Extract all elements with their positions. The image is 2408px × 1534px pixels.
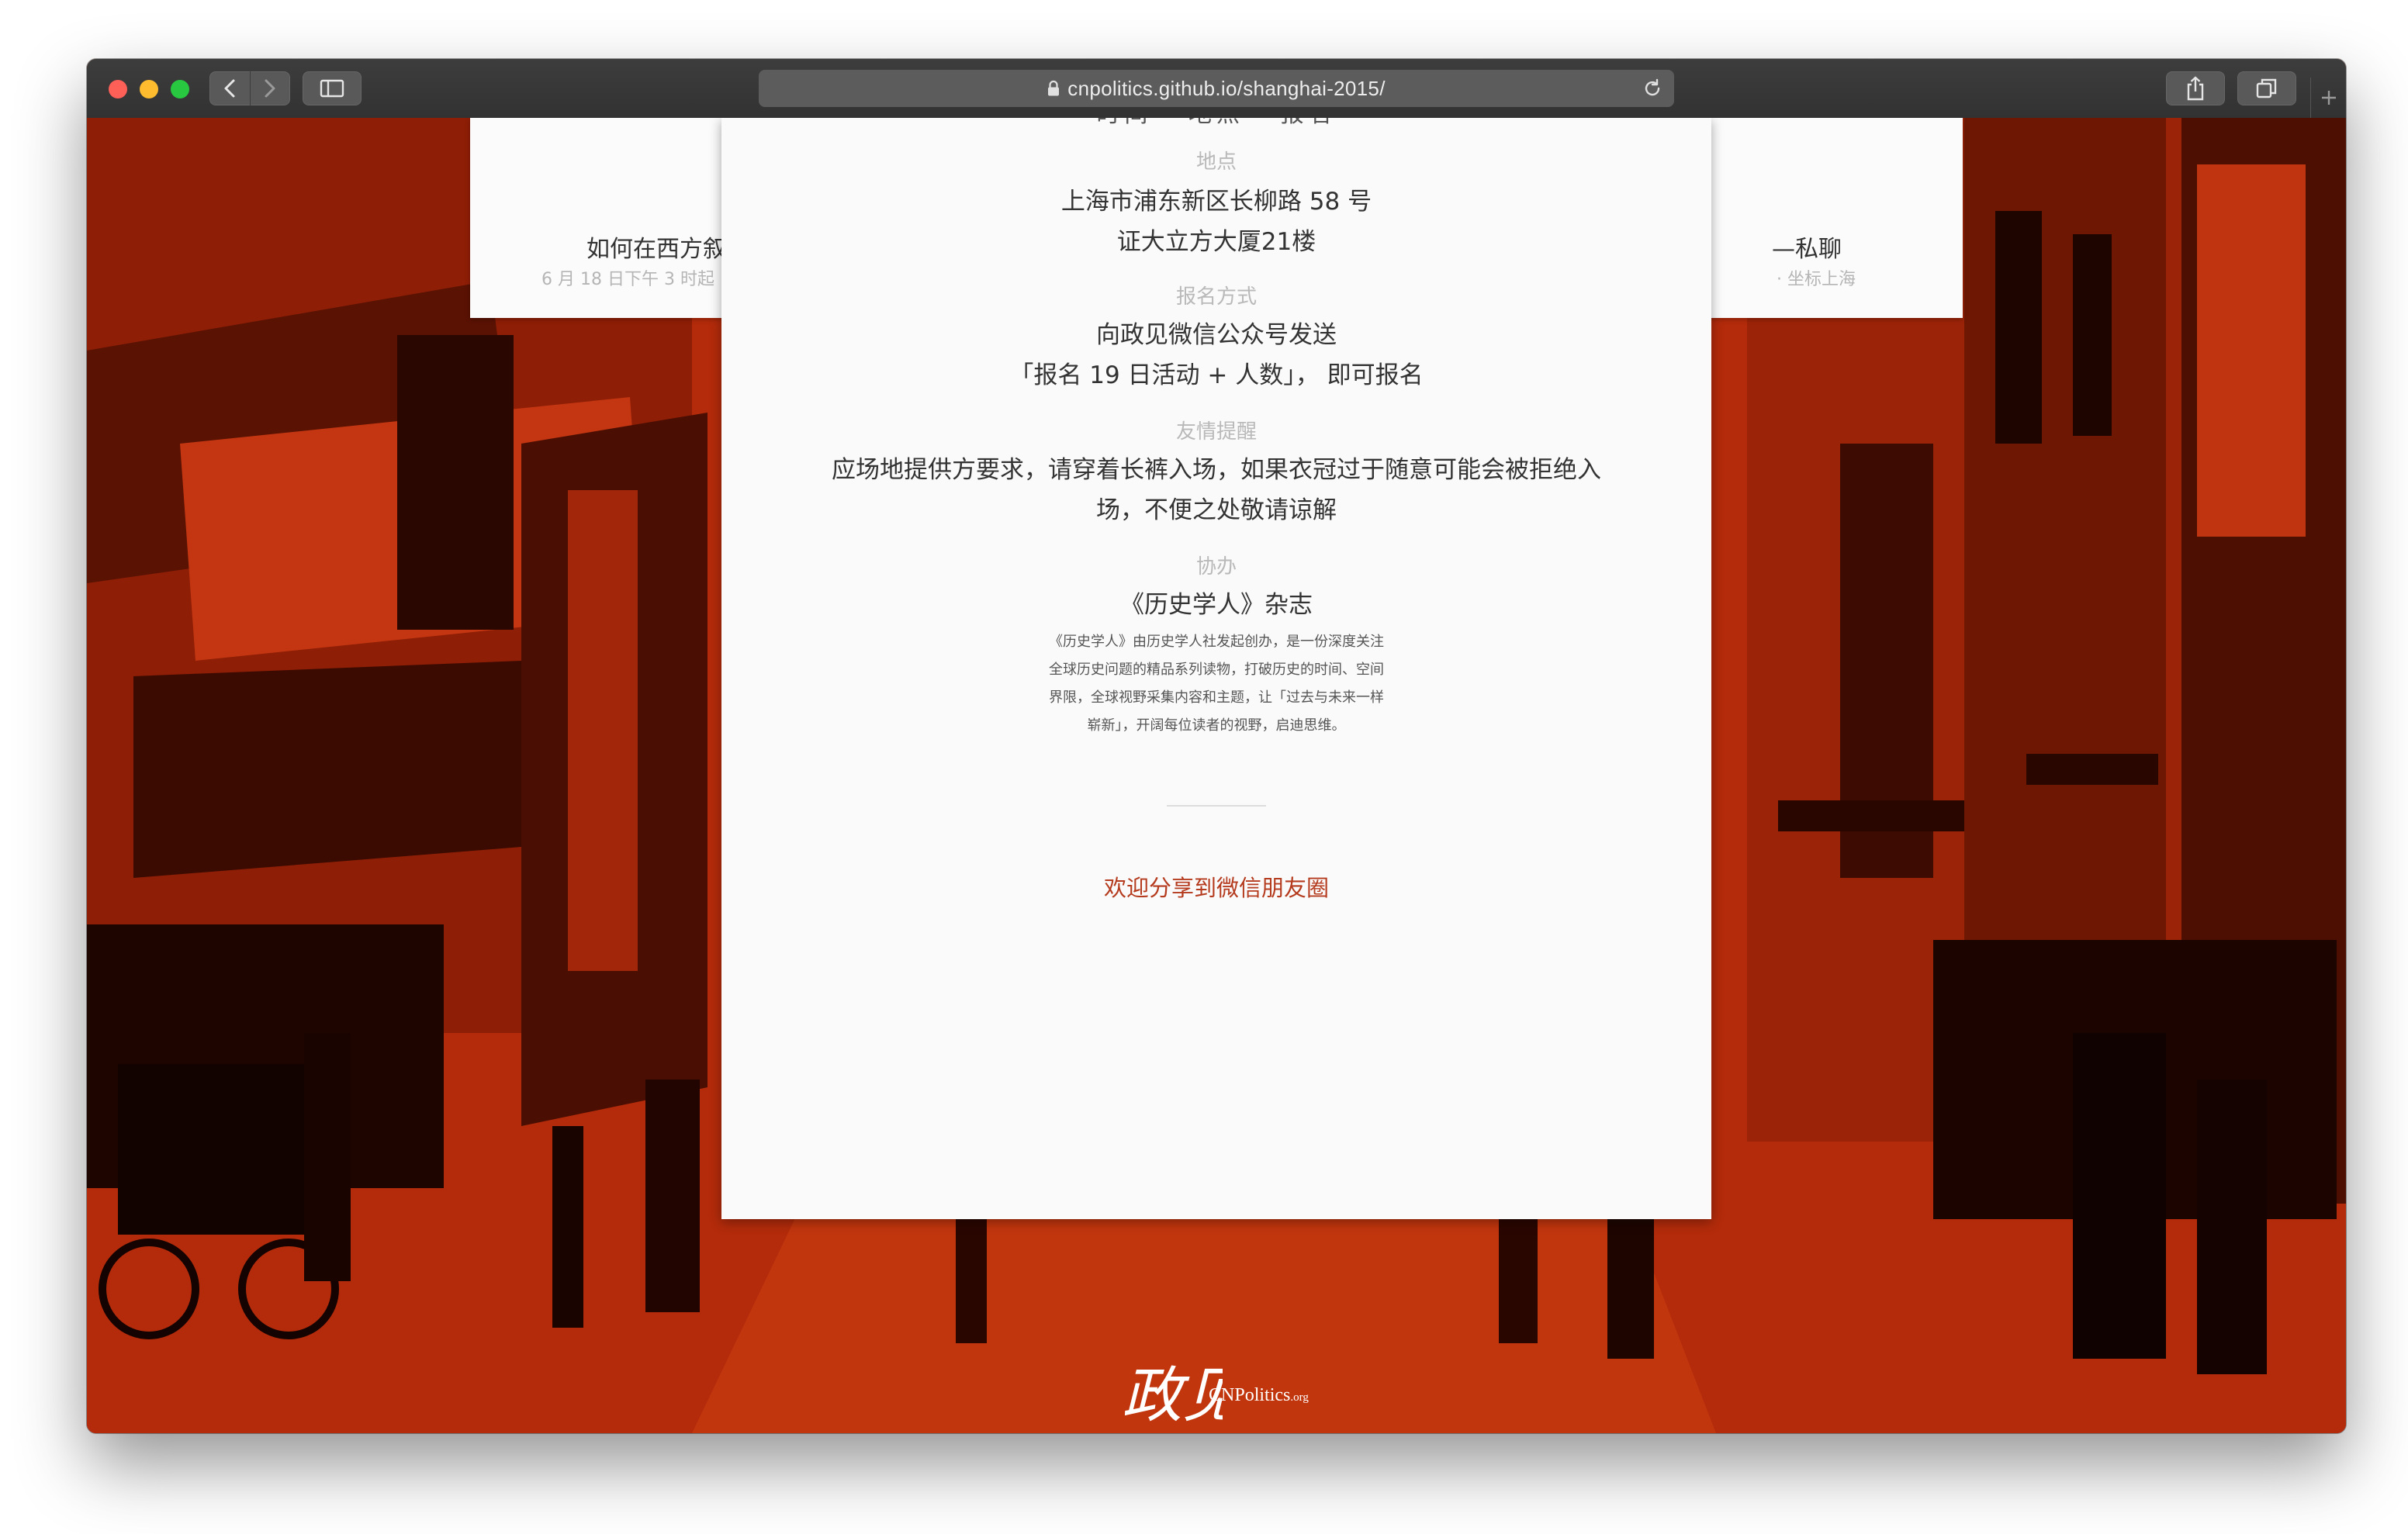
page-viewport: 如何在西方叙述中国 6 月 18 日下午 3 时起 —私聊 · 坐标上海 时间 … [87, 118, 2346, 1433]
cnpolitics-logo[interactable]: 政见 CNPolitics.org [1122, 1339, 1354, 1433]
fullscreen-window-button[interactable] [171, 80, 189, 98]
right-card-meta: · 坐标上海 [1777, 270, 1856, 289]
signup-label: 报名方式 [1175, 285, 1257, 309]
cohost-desc-line: 界限，全球视野采集内容和主题，让「过去与未来一样 [1049, 689, 1384, 706]
cohost-section: 协办 《历史学人》杂志 《历史学人》由历史学人社发起创办，是一份深度关注 全球历… [721, 554, 1711, 740]
sidebar-icon [320, 79, 344, 98]
left-card-meta: 6 月 18 日下午 3 时起 [541, 270, 714, 289]
share-to-wechat-link[interactable]: 欢迎分享到微信朋友圈 [721, 870, 1711, 903]
location-line-2: 证大立方大厦21楼 [1116, 228, 1316, 256]
minimize-window-button[interactable] [140, 80, 158, 98]
cnpolitics-logo-mark: 政见 [1122, 1361, 1223, 1431]
forward-icon [265, 79, 275, 98]
location-line-1: 上海市浦东新区长柳路 58 号 [1060, 188, 1372, 216]
reminder-line-2: 场，不便之处敬请谅解 [1096, 496, 1337, 524]
cohost-desc-line: 全球历史问题的精品系列读物，打破历史的时间、空间 [1049, 662, 1384, 678]
cohost-description: 《历史学人》由历史学人社发起创办，是一份深度关注 全球历史问题的精品系列读物，打… [721, 628, 1711, 740]
section-divider [1167, 805, 1266, 807]
logo-glyphs: 政见 [1122, 1361, 1223, 1431]
cohost-label: 协办 [1195, 555, 1237, 579]
close-window-button[interactable] [109, 80, 127, 98]
tabs-icon [2256, 78, 2277, 98]
event-detail-card: 时间 · 地点 · 报名 地点 上海市浦东新区长柳路 58 号 证大立方大厦21… [721, 118, 1711, 1219]
back-button[interactable] [210, 71, 250, 105]
cohost-name: 《历史学人》杂志 [1120, 591, 1313, 619]
reminder-line-1: 应场地提供方要求，请穿着长裤入场，如果衣冠过于随意可能会被拒绝入 [832, 456, 1601, 484]
reload-icon[interactable] [1642, 78, 1663, 99]
browser-toolbar: cnpolitics.github.io/shanghai-2015/ [87, 59, 2346, 119]
history-nav [209, 71, 290, 105]
cohost-desc-line: 《历史学人》由历史学人社发起创办，是一份深度关注 [1049, 634, 1384, 650]
sidebar-toggle-button[interactable] [303, 71, 362, 105]
location-label: 地点 [1195, 150, 1237, 174]
signup-section: 报名方式 向政见微信公众号发送 「报名 19 日活动 + 人数」， 即可报名 [721, 284, 1711, 396]
cohost-desc-line: 崭新」，开阔每位读者的视野，启迪思维。 [1087, 717, 1346, 734]
signup-line-2: 「报名 19 日活动 + 人数」， 即可报名 [1009, 361, 1424, 389]
lock-icon [1047, 80, 1060, 97]
signup-line-1: 向政见微信公众号发送 [1096, 321, 1337, 349]
logo-suffix: .org [1290, 1391, 1309, 1404]
new-tab-button[interactable] [2310, 78, 2346, 118]
reminder-label: 友情提醒 [1175, 420, 1257, 444]
back-icon [224, 79, 235, 98]
show-tabs-button[interactable] [2237, 71, 2296, 105]
logo-brand: CNPolitics [1209, 1385, 1291, 1405]
right-card-title: —私聊 [1772, 236, 1842, 263]
browser-window: cnpolitics.github.io/shanghai-2015/ 如何在西… [87, 59, 2346, 1433]
share-icon [2187, 76, 2204, 101]
url-text: cnpolitics.github.io/shanghai-2015/ [1067, 76, 1386, 100]
location-section: 地点 上海市浦东新区长柳路 58 号 证大立方大厦21楼 [721, 149, 1711, 262]
new-tab-icon [2322, 91, 2336, 105]
address-bar[interactable]: cnpolitics.github.io/shanghai-2015/ [759, 70, 1674, 107]
reminder-section: 友情提醒 应场地提供方要求，请穿着长裤入场，如果衣冠过于随意可能会被拒绝入 场，… [721, 419, 1711, 530]
clipped-heading: 时间 · 地点 · 报名 [721, 118, 1711, 129]
logo-wordmark: CNPolitics.org [1209, 1385, 1309, 1406]
forward-button[interactable] [250, 71, 289, 105]
left-event-card[interactable]: 如何在西方叙述中国 6 月 18 日下午 3 时起 [470, 118, 796, 318]
share-button[interactable] [2166, 71, 2225, 105]
right-event-card[interactable]: —私聊 · 坐标上海 [1707, 118, 1963, 318]
